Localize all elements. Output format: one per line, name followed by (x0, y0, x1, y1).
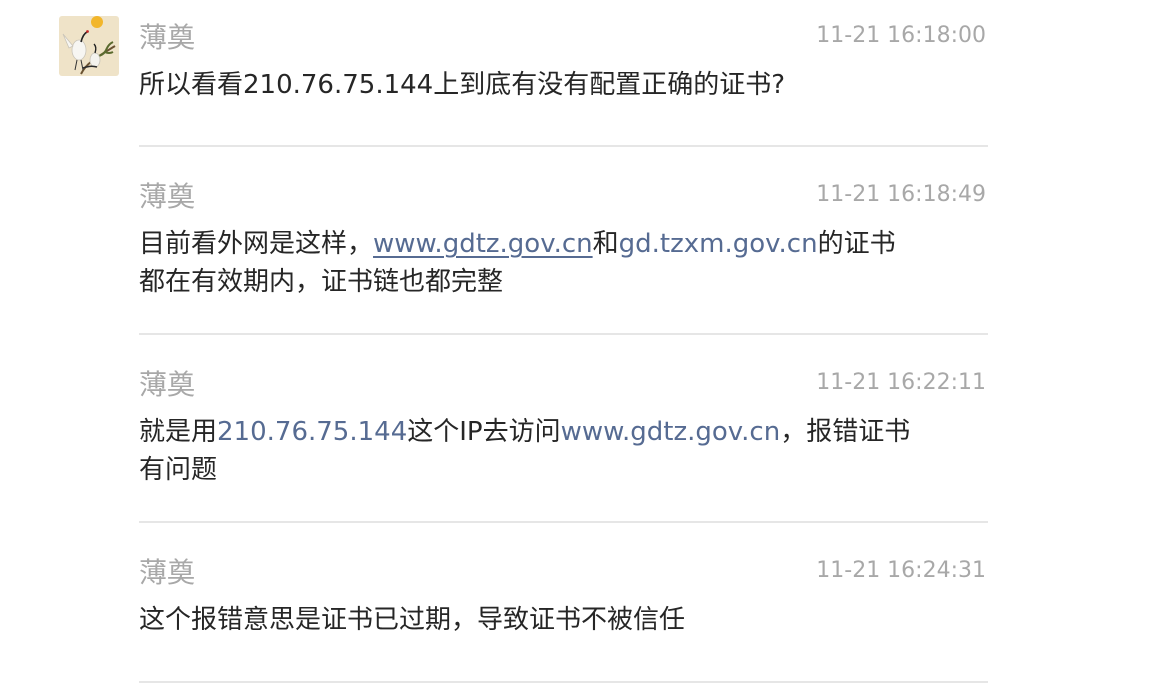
message-text: 目前看外网是这样，www.gdtz.gov.cn和gd.tzxm.gov.cn的… (139, 225, 959, 301)
message-text-segment: 就是用 (139, 417, 218, 447)
message-text-segment: 这个报错意思是证书已过期，导致证书不被信任 (139, 605, 686, 635)
chat-message: 薄奠 11-21 16:18:00 所以看看210.76.75.144上到底有没… (139, 20, 988, 110)
sender-name[interactable]: 薄奠 (139, 367, 195, 403)
message-link[interactable]: www.gdtz.gov.cn (373, 229, 593, 259)
message-timestamp: 11-21 16:18:49 (816, 182, 986, 207)
message-divider (139, 333, 988, 335)
chat-message: 薄奠 11-21 16:22:11 就是用210.76.75.144这个IP去访… (139, 367, 988, 497)
message-text-segment: 和 (592, 229, 619, 259)
message-divider (139, 521, 988, 523)
message-text-segment: 都在有效期内，证书链也都完整 (139, 267, 504, 297)
message-divider (139, 145, 988, 147)
message-link[interactable]: 210.76.75.144 (217, 417, 407, 447)
sender-name[interactable]: 薄奠 (139, 20, 195, 56)
message-timestamp: 11-21 16:18:00 (816, 23, 986, 48)
message-text: 所以看看210.76.75.144上到底有没有配置正确的证书? (139, 66, 959, 104)
sender-name[interactable]: 薄奠 (139, 555, 195, 591)
message-link[interactable]: www.gdtz.gov.cn (561, 417, 781, 447)
message-divider (139, 681, 988, 683)
message-timestamp: 11-21 16:22:11 (816, 370, 986, 395)
message-text: 就是用210.76.75.144这个IP去访问www.gdtz.gov.cn，报… (139, 413, 959, 489)
message-link[interactable]: gd.tzxm.gov.cn (619, 229, 818, 259)
chat-message: 薄奠 11-21 16:24:31 这个报错意思是证书已过期，导致证书不被信任 (139, 555, 988, 645)
message-text-segment: ，报错证书 (780, 417, 911, 447)
message-text-segment: 的证书 (817, 229, 896, 259)
message-timestamp: 11-21 16:24:31 (816, 558, 986, 583)
message-text: 这个报错意思是证书已过期，导致证书不被信任 (139, 601, 959, 639)
message-text-segment: 有问题 (139, 455, 218, 485)
sender-name[interactable]: 薄奠 (139, 179, 195, 215)
chat-message: 薄奠 11-21 16:18:49 目前看外网是这样，www.gdtz.gov.… (139, 179, 988, 309)
message-text-segment: 所以看看210.76.75.144上到底有没有配置正确的证书? (139, 70, 786, 100)
message-text-segment: 目前看外网是这样， (139, 229, 374, 259)
message-text-segment: 这个IP去访问 (407, 417, 561, 447)
crane-painting-avatar-icon[interactable] (59, 16, 119, 76)
